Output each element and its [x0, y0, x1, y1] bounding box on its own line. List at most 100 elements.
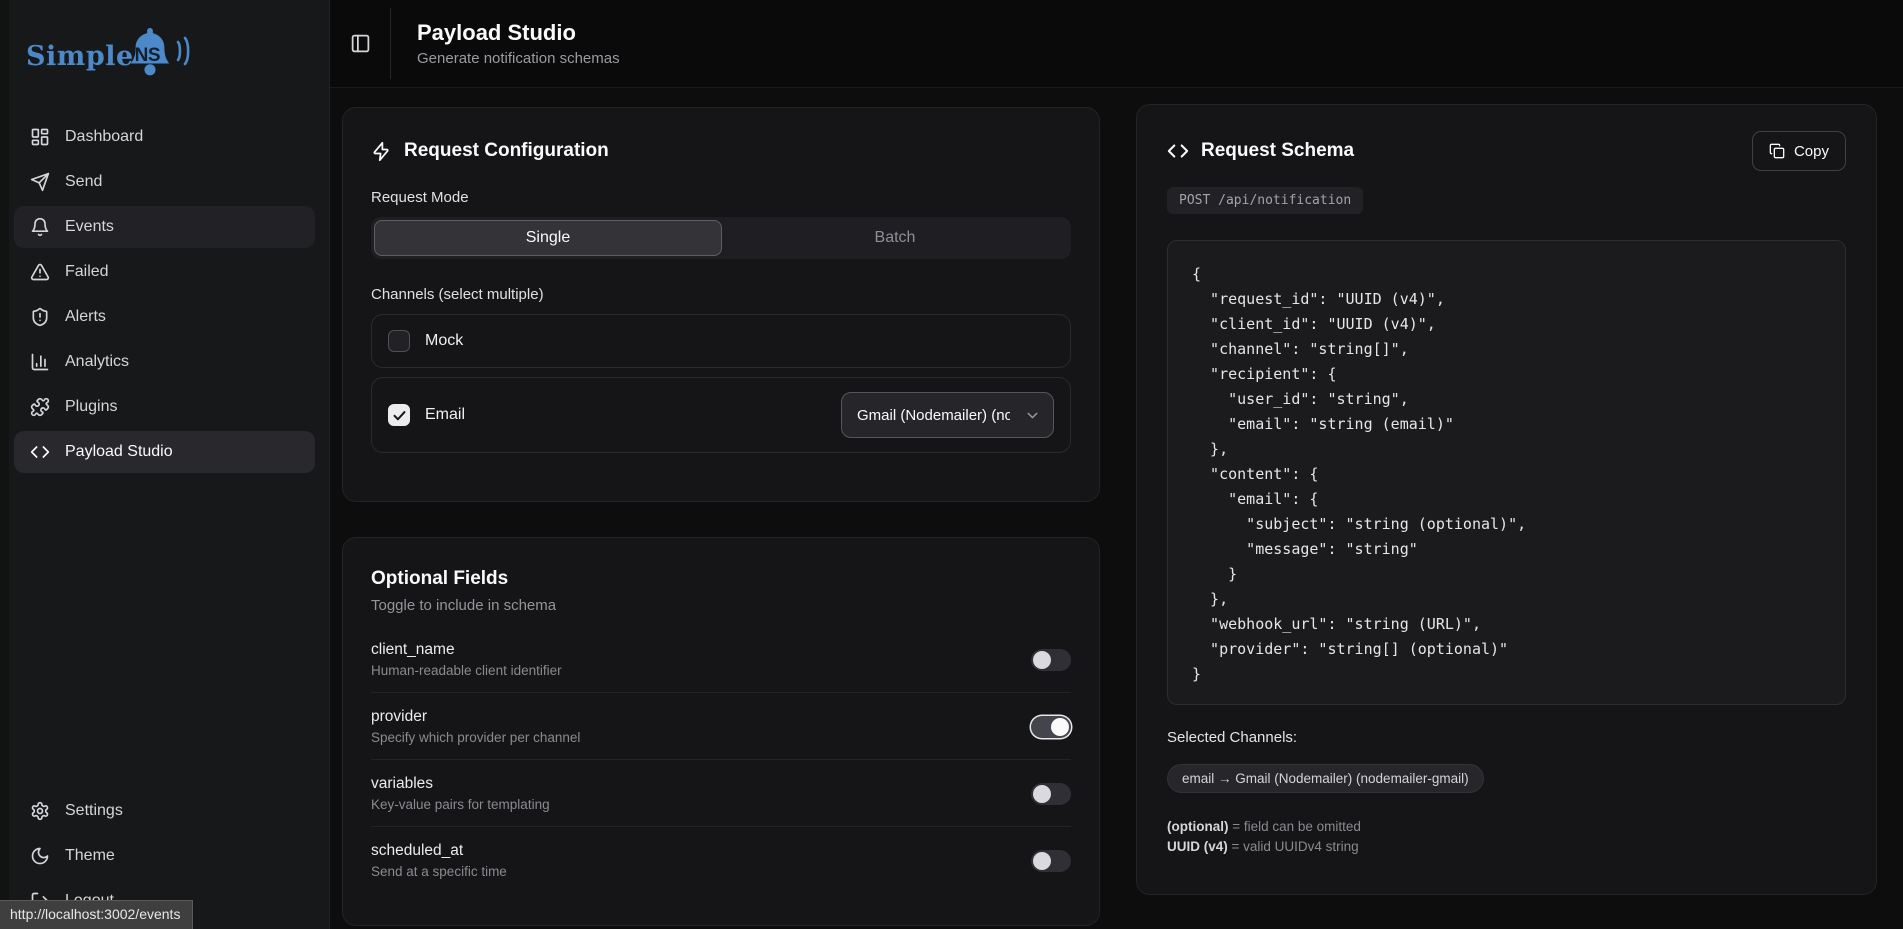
- check-icon: [392, 408, 407, 423]
- copy-icon: [1769, 143, 1785, 159]
- legend-term: (optional): [1167, 819, 1228, 834]
- provider-toggle[interactable]: [1031, 716, 1071, 738]
- sidebar-item-label: Failed: [65, 263, 109, 281]
- sidebar-item-label: Alerts: [65, 308, 106, 326]
- toggle-knob: [1033, 651, 1051, 669]
- optional-field-row-client-name: client_name Human-readable client identi…: [371, 626, 1071, 692]
- channel-label-email: Email: [425, 406, 465, 424]
- page-content: Request Configuration Request Mode Singl…: [330, 88, 1903, 929]
- bell-icon: [30, 217, 50, 237]
- sidebar-item-label: Payload Studio: [65, 443, 173, 461]
- toggle-knob: [1033, 785, 1051, 803]
- legend-definition: = valid UUIDv4 string: [1228, 839, 1359, 854]
- code-icon: [30, 442, 50, 462]
- header-heading: Payload Studio Generate notification sch…: [391, 0, 620, 87]
- dashboard-icon: [30, 127, 50, 147]
- sidebar-item-failed[interactable]: Failed: [14, 251, 315, 293]
- request-schema-card: Request Schema Copy POST /api/notificati…: [1136, 104, 1877, 895]
- sidebar-item-dashboard[interactable]: Dashboard: [14, 116, 315, 158]
- send-icon: [30, 172, 50, 192]
- sidebar-nav: Dashboard Send Events Failed Alerts Anal…: [0, 116, 329, 476]
- window-edge-strip: [0, 0, 9, 929]
- page-subtitle: Generate notification schemas: [417, 50, 620, 67]
- email-checkbox[interactable]: [388, 404, 410, 426]
- left-column: Request Configuration Request Mode Singl…: [342, 107, 1100, 926]
- main-area: Payload Studio Generate notification sch…: [330, 0, 1903, 929]
- sidebar-item-label: Send: [65, 173, 102, 191]
- scheduled-at-toggle[interactable]: [1031, 850, 1071, 872]
- field-name: client_name: [371, 641, 562, 659]
- mode-batch-segment[interactable]: Batch: [722, 220, 1068, 256]
- selected-channels-label: Selected Channels:: [1167, 729, 1846, 746]
- sidebar-item-label: Settings: [65, 802, 123, 820]
- field-name: provider: [371, 708, 580, 726]
- puzzle-icon: [30, 397, 50, 417]
- toggle-knob: [1033, 852, 1051, 870]
- optional-fields-title: Optional Fields: [371, 568, 1071, 590]
- optional-fields-card: Optional Fields Toggle to include in sch…: [342, 537, 1100, 926]
- mode-single-segment[interactable]: Single: [374, 220, 722, 256]
- request-mode-segmented-control: Single Batch: [371, 217, 1071, 259]
- sidebar-item-plugins[interactable]: Plugins: [14, 386, 315, 428]
- schema-header-row: Request Schema Copy: [1167, 131, 1846, 171]
- legend-line-optional: (optional) = field can be omitted: [1167, 817, 1846, 837]
- field-name: scheduled_at: [371, 842, 507, 860]
- sound-waves-icon: [175, 34, 191, 73]
- sidebar-item-analytics[interactable]: Analytics: [14, 341, 315, 383]
- sidebar-item-payload-studio[interactable]: Payload Studio: [14, 431, 315, 473]
- logo-wordmark: Simple: [26, 41, 134, 72]
- sidebar-toggle-button[interactable]: [330, 0, 390, 87]
- optional-field-row-scheduled-at: scheduled_at Send at a specific time: [371, 826, 1071, 893]
- field-description: Send at a specific time: [371, 864, 507, 879]
- shield-alert-icon: [30, 307, 50, 327]
- variables-toggle[interactable]: [1031, 783, 1071, 805]
- legend-line-uuid: UUID (v4) = valid UUIDv4 string: [1167, 837, 1846, 857]
- channel-label-mock: Mock: [425, 332, 463, 350]
- bolt-icon: [371, 141, 392, 162]
- field-description: Key-value pairs for templating: [371, 797, 550, 812]
- request-configuration-card: Request Configuration Request Mode Singl…: [342, 107, 1100, 502]
- moon-icon: [30, 846, 50, 866]
- bar-chart-icon: [30, 352, 50, 372]
- sidebar-item-theme[interactable]: Theme: [14, 835, 315, 877]
- sidebar-item-settings[interactable]: Settings: [14, 790, 315, 832]
- request-mode-label: Request Mode: [371, 189, 1071, 206]
- schema-legend: (optional) = field can be omitted UUID (…: [1167, 817, 1846, 857]
- channels-label: Channels (select multiple): [371, 286, 1071, 303]
- copy-button-label: Copy: [1794, 143, 1829, 160]
- app-root: Simple NS Dashboard Send Events: [0, 0, 1903, 929]
- channel-row-mock[interactable]: Mock: [371, 314, 1071, 368]
- panel-left-icon: [350, 33, 371, 54]
- app-logo: Simple NS: [0, 0, 329, 100]
- logo-badge-text: NS: [135, 45, 160, 67]
- card-title-row: Request Configuration: [371, 140, 1071, 162]
- field-description: Human-readable client identifier: [371, 663, 562, 678]
- link-status-tooltip: http://localhost:3002/events: [0, 900, 193, 929]
- page-header: Payload Studio Generate notification sch…: [330, 0, 1903, 88]
- toggle-knob: [1051, 718, 1069, 736]
- schema-json-code: { "request_id": "UUID (v4)", "client_id"…: [1192, 262, 1821, 687]
- gear-icon: [30, 801, 50, 821]
- sidebar-item-alerts[interactable]: Alerts: [14, 296, 315, 338]
- optional-fields-subtitle: Toggle to include in schema: [371, 597, 1071, 614]
- schema-title: Request Schema: [1201, 140, 1354, 162]
- sidebar-item-events[interactable]: Events: [14, 206, 315, 248]
- client-name-toggle[interactable]: [1031, 649, 1071, 671]
- email-provider-select[interactable]: Gmail (Nodemailer) (nodemailer-gmail): [841, 392, 1054, 438]
- channel-row-email[interactable]: Email Gmail (Nodemailer) (nodemailer-gma…: [371, 377, 1071, 453]
- sidebar-item-label: Events: [65, 218, 114, 236]
- mock-checkbox[interactable]: [388, 330, 410, 352]
- sidebar-item-send[interactable]: Send: [14, 161, 315, 203]
- endpoint-badge: POST /api/notification: [1167, 187, 1363, 214]
- copy-button[interactable]: Copy: [1752, 131, 1846, 171]
- sidebar-item-label: Analytics: [65, 353, 129, 371]
- optional-field-row-provider: provider Specify which provider per chan…: [371, 692, 1071, 759]
- card-title: Request Configuration: [404, 140, 609, 162]
- sidebar-item-label: Plugins: [65, 398, 117, 416]
- provider-select-value: Gmail (Nodemailer) (nodemailer-gmail): [857, 407, 1010, 424]
- field-name: variables: [371, 775, 550, 793]
- legend-definition: = field can be omitted: [1228, 819, 1360, 834]
- optional-field-row-variables: variables Key-value pairs for templating: [371, 759, 1071, 826]
- legend-term: UUID (v4): [1167, 839, 1228, 854]
- bell-logo-icon: NS: [127, 28, 173, 80]
